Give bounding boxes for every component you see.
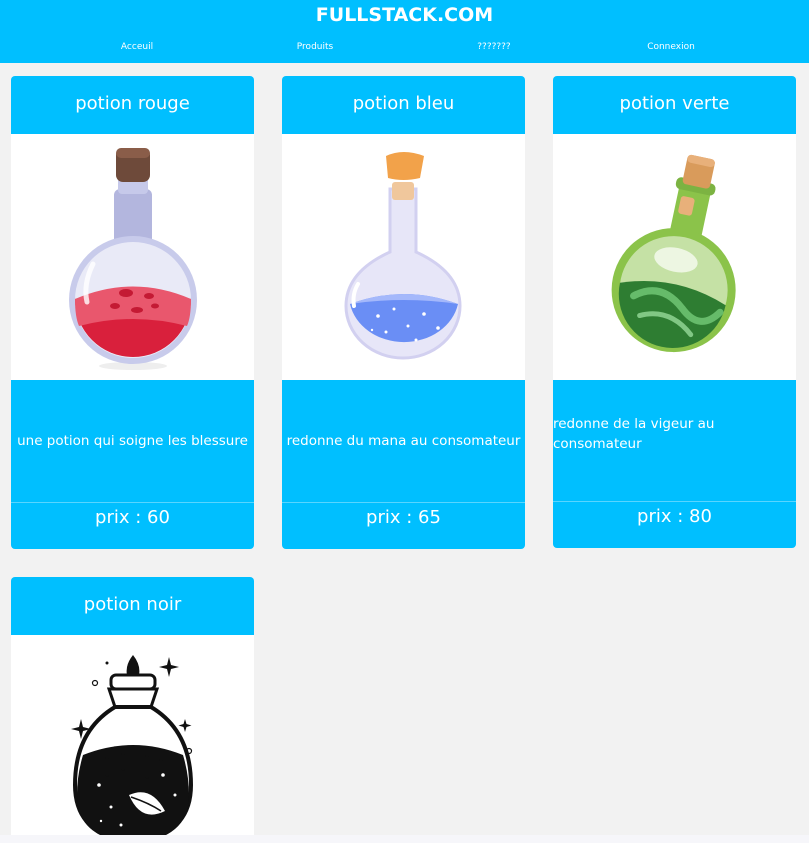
nav-link-produits[interactable]: Produits [297, 42, 333, 52]
page-bottom-edge [0, 835, 809, 843]
product-description: une potion qui soigne les blessure [11, 380, 254, 503]
nav-link-acceuil[interactable]: Acceuil [121, 42, 153, 52]
potion-green-image [553, 134, 796, 380]
product-price: prix : 65 [366, 507, 441, 528]
potion-black-image [11, 635, 254, 843]
product-title: potion noir [83, 594, 182, 615]
site-brand[interactable]: FULLSTACK.COM [0, 4, 809, 26]
product-card-potion-verte[interactable]: potion verte redonne de la vigeur au con… [553, 76, 796, 548]
site-header: FULLSTACK.COM Acceuil Produits ??????? C… [0, 0, 809, 63]
product-description: redonne du mana au consomateur [282, 380, 525, 503]
potion-blue-image [282, 134, 525, 380]
product-title: potion verte [619, 93, 730, 114]
product-card-potion-rouge[interactable]: potion rouge une potion qui soigne les b… [11, 76, 254, 549]
product-card-potion-noir[interactable]: potion noir [11, 577, 254, 843]
product-price: prix : 60 [95, 507, 170, 528]
product-card-potion-bleu[interactable]: potion bleu redonne du mana au consomate… [282, 76, 525, 549]
product-title: potion rouge [75, 93, 190, 114]
nav-link-connexion[interactable]: Connexion [647, 42, 695, 52]
product-title: potion bleu [352, 93, 455, 114]
nav-link-hidden[interactable]: ??????? [477, 42, 510, 52]
product-description: redonne de la vigeur au consomateur [553, 380, 796, 502]
potion-red-image [11, 134, 254, 380]
product-price: prix : 80 [637, 506, 712, 527]
